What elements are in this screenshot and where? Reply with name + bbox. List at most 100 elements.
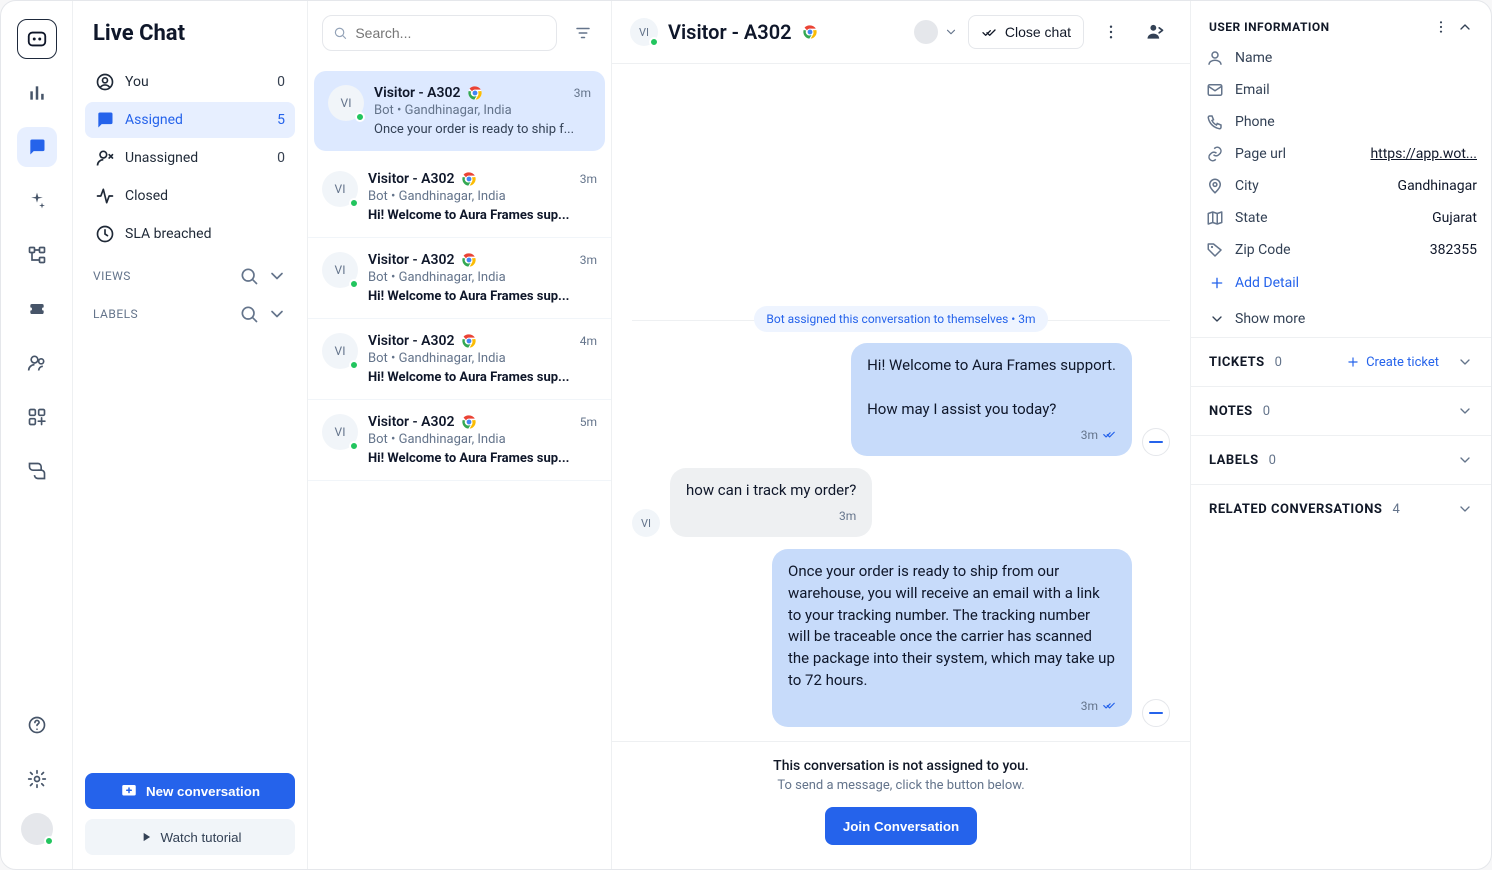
nav-item-unassigned[interactable]: Unassigned 0 <box>85 140 295 176</box>
list-avatar: VI <box>328 85 364 121</box>
field-label: Name <box>1235 50 1315 66</box>
nav-item-you[interactable]: You 0 <box>85 64 295 100</box>
labels-search-icon[interactable] <box>239 304 259 324</box>
bot-message: Once your order is ready to ship from ou… <box>772 549 1132 727</box>
list-avatar: VI <box>322 171 358 207</box>
create-ticket-link[interactable]: Create ticket <box>1346 355 1439 370</box>
filter-icon[interactable] <box>569 19 597 47</box>
section-labels2[interactable]: LABELS 0 <box>1191 435 1491 484</box>
conversation-list: VI Visitor - A302 3m Bot • Gandhinagar, … <box>308 1 612 869</box>
conv-time: 5m <box>580 415 597 429</box>
conversation-item[interactable]: VI Visitor - A302 5m Bot • Gandhinagar, … <box>308 400 611 481</box>
rail-integrations-icon[interactable] <box>17 451 57 491</box>
assignee-picker[interactable] <box>914 20 958 44</box>
nav-item-label: Unassigned <box>125 150 198 166</box>
add-detail-link[interactable]: Add Detail <box>1191 265 1491 301</box>
conv-sub: Bot • Gandhinagar, India <box>368 351 597 366</box>
field-value[interactable]: https://app.wot... <box>1370 146 1477 162</box>
nav-item-label: You <box>125 74 149 90</box>
section-tickets[interactable]: TICKETS 0 Create ticket <box>1191 337 1491 386</box>
conv-sub: Bot • Gandhinagar, India <box>368 432 597 447</box>
related-chevron-icon[interactable] <box>1457 501 1473 517</box>
section-related[interactable]: RELATED CONVERSATIONS 4 <box>1191 484 1491 533</box>
nav-item-assigned[interactable]: Assigned 5 <box>85 102 295 138</box>
rail-contacts-icon[interactable] <box>17 343 57 383</box>
bot-message: Hi! Welcome to Aura Frames support.How m… <box>851 343 1132 456</box>
rail-settings-icon[interactable] <box>17 759 57 799</box>
chrome-icon <box>461 171 477 187</box>
visitor-avatar: VI <box>632 509 660 537</box>
nav-item-closed[interactable]: Closed <box>85 178 295 214</box>
field-value: Gujarat <box>1432 210 1477 226</box>
transfer-icon[interactable] <box>1138 15 1172 49</box>
views-label: VIEWS <box>93 269 131 283</box>
watch-tutorial-button[interactable]: Watch tutorial <box>85 819 295 855</box>
conversation-item[interactable]: VI Visitor - A302 3m Bot • Gandhinagar, … <box>308 238 611 319</box>
system-event-pill: Bot assigned this conversation to themse… <box>754 306 1047 332</box>
views-chevron-icon[interactable] <box>267 266 287 286</box>
field-icon <box>1203 113 1227 131</box>
panel-collapse-icon[interactable] <box>1457 19 1473 35</box>
search-input[interactable] <box>355 25 546 41</box>
message-row: Hi! Welcome to Aura Frames support.How m… <box>632 343 1170 456</box>
field-label: Phone <box>1235 114 1315 130</box>
rail-analytics-icon[interactable] <box>17 73 57 113</box>
conversation-item[interactable]: VI Visitor - A302 3m Bot • Gandhinagar, … <box>308 157 611 238</box>
rail-help-icon[interactable] <box>17 705 57 745</box>
chrome-icon <box>461 252 477 268</box>
section-views[interactable]: VIEWS <box>85 252 295 290</box>
field-label: City <box>1235 178 1315 194</box>
conv-name: Visitor - A302 <box>368 252 455 268</box>
conv-snippet: Hi! Welcome to Aura Frames sup... <box>368 370 597 385</box>
field-label: State <box>1235 210 1315 226</box>
list-avatar: VI <box>322 252 358 288</box>
tickets-chevron-icon[interactable] <box>1457 354 1473 370</box>
field-icon <box>1203 177 1227 195</box>
conversation-item[interactable]: VI Visitor - A302 4m Bot • Gandhinagar, … <box>308 319 611 400</box>
nav-item-count: 0 <box>277 74 285 90</box>
labels2-title: LABELS <box>1209 453 1259 468</box>
conv-snippet: Hi! Welcome to Aura Frames sup... <box>368 208 597 223</box>
conv-name: Visitor - A302 <box>368 414 455 430</box>
rail-ai-icon[interactable] <box>17 181 57 221</box>
message-row: Once your order is ready to ship from ou… <box>632 549 1170 727</box>
conv-name: Visitor - A302 <box>368 333 455 349</box>
labels2-chevron-icon[interactable] <box>1457 452 1473 468</box>
tickets-count: 0 <box>1275 355 1282 370</box>
info-panel: USER INFORMATION NameEmailPhonePage urlh… <box>1191 1 1491 869</box>
conv-snippet: Hi! Welcome to Aura Frames sup... <box>368 289 597 304</box>
rail-tickets-icon[interactable] <box>17 289 57 329</box>
app-logo-icon[interactable] <box>17 19 57 59</box>
more-menu-icon[interactable] <box>1094 15 1128 49</box>
panel-more-icon[interactable] <box>1433 19 1449 35</box>
field-label: Page url <box>1235 146 1315 162</box>
close-chat-button[interactable]: Close chat <box>968 15 1084 49</box>
field-icon <box>1203 209 1227 227</box>
chrome-icon <box>461 333 477 349</box>
rail-livechat-icon[interactable] <box>17 127 57 167</box>
bot-avatar <box>1142 428 1170 456</box>
section-labels[interactable]: LABELS <box>85 290 295 328</box>
conversation-item[interactable]: VI Visitor - A302 3m Bot • Gandhinagar, … <box>314 71 605 151</box>
related-title: RELATED CONVERSATIONS <box>1209 502 1382 517</box>
section-notes[interactable]: NOTES 0 <box>1191 386 1491 435</box>
new-conversation-button[interactable]: New conversation <box>85 773 295 809</box>
show-more-toggle[interactable]: Show more <box>1191 301 1491 337</box>
conv-name: Visitor - A302 <box>368 171 455 187</box>
chrome-icon <box>461 414 477 430</box>
search-input-wrap[interactable] <box>322 15 557 51</box>
notes-chevron-icon[interactable] <box>1457 403 1473 419</box>
new-conversation-label: New conversation <box>146 784 260 799</box>
conversation-view: VI Visitor - A302 Close chat Bot assigne… <box>612 1 1191 869</box>
notes-title: NOTES <box>1209 404 1253 419</box>
field-label: Zip Code <box>1235 242 1315 258</box>
rail-flows-icon[interactable] <box>17 235 57 275</box>
nav-item-sla-breached[interactable]: SLA breached <box>85 216 295 252</box>
views-search-icon[interactable] <box>239 266 259 286</box>
bot-avatar <box>1142 699 1170 727</box>
join-conversation-button[interactable]: Join Conversation <box>825 807 977 845</box>
labels-chevron-icon[interactable] <box>267 304 287 324</box>
rail-apps-icon[interactable] <box>17 397 57 437</box>
rail-avatar[interactable] <box>21 813 53 845</box>
conv-avatar: VI <box>630 18 658 46</box>
